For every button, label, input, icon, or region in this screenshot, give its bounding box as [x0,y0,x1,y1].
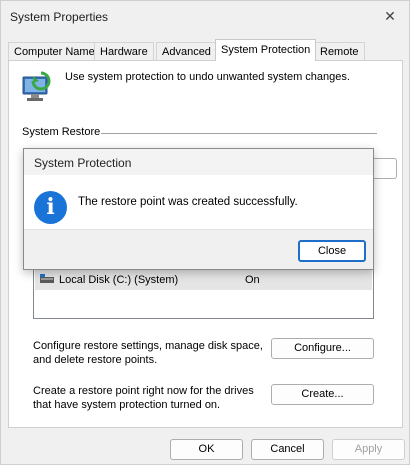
close-icon[interactable]: ✕ [381,7,399,25]
tab-advanced[interactable]: Advanced [156,42,217,61]
title-bar: System Properties ✕ [1,1,409,32]
cancel-button[interactable]: Cancel [251,439,324,460]
system-properties-window: System Properties ✕ Computer Name Hardwa… [0,0,410,465]
configure-button[interactable]: Configure... [271,338,374,359]
tab-hardware[interactable]: Hardware [94,42,154,61]
configure-description: Configure restore settings, manage disk … [33,340,263,366]
system-protection-icon [22,71,51,101]
info-icon: i [34,191,67,224]
system-protection-dialog: System Protection i The restore point wa… [23,148,374,270]
disk-icon [40,274,54,283]
ok-button[interactable]: OK [170,439,243,460]
drive-row[interactable]: Local Disk (C:) (System) On [35,270,372,290]
intro-text: Use system protection to undo unwanted s… [65,71,350,83]
create-description: Create a restore point right now for the… [33,385,254,411]
dialog-title: System Protection [34,156,132,170]
dialog-footer: Close [24,229,373,269]
tab-remote[interactable]: Remote [314,42,365,61]
dialog-title-bar: System Protection [24,149,373,175]
drive-protection-status: On [245,274,260,286]
system-restore-label: System Restore [22,126,105,138]
group-divider [101,133,377,134]
dialog-message: The restore point was created successful… [78,196,298,208]
tab-system-protection[interactable]: System Protection [215,39,317,61]
dialog-close-button[interactable]: Close [298,240,366,262]
system-restore-button-partial[interactable] [373,158,397,179]
apply-button[interactable]: Apply [332,439,405,460]
window-title: System Properties [10,10,109,24]
tab-computer-name[interactable]: Computer Name [8,42,101,61]
drive-name: Local Disk (C:) (System) [59,274,179,286]
create-button[interactable]: Create... [271,384,374,405]
